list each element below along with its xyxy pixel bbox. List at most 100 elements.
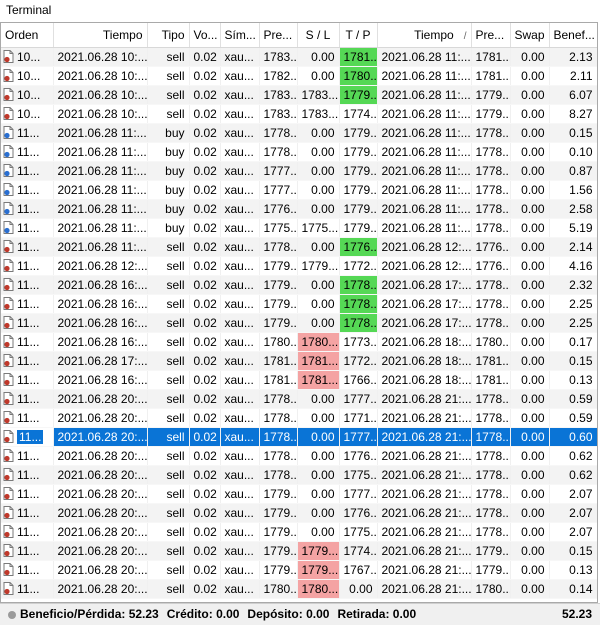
table-row[interactable]: 11... 2021.06.28 20:... sell 0.02 xau... 1779… xyxy=(1,522,597,542)
sell-order-icon xyxy=(3,525,14,538)
swap-cell: 0.00 xyxy=(510,66,550,86)
open-time-cell: 2021.06.28 20:... xyxy=(53,389,148,409)
open-time-cell: 2021.06.28 20:... xyxy=(53,408,148,428)
close-price-cell: 1776... xyxy=(471,237,511,257)
col-header-take-profit[interactable]: T / P xyxy=(339,23,378,48)
col-header-close-price[interactable]: Pre... xyxy=(471,23,511,48)
col-header-open-price[interactable]: Pre... xyxy=(259,23,298,48)
take-profit-cell: 1766... xyxy=(339,370,378,390)
table-row[interactable]: 11... 2021.06.28 16:... sell 0.02 xau... 1780… xyxy=(1,332,597,352)
table-row[interactable]: 11... 2021.06.28 17:... sell 0.02 xau... 1781… xyxy=(1,351,597,371)
table-row[interactable]: 11... 2021.06.28 20:... sell 0.02 xau... 1778… xyxy=(1,446,597,466)
type-cell: sell xyxy=(147,484,190,504)
table-row[interactable]: 10... 2021.06.28 10:... sell 0.02 xau... 1782… xyxy=(1,66,597,86)
table-row[interactable]: 11... 2021.06.28 11:... buy 0.02 xau... 1778.… xyxy=(1,123,597,143)
table-row[interactable]: 11... 2021.06.28 20:... sell 0.02 xau... 1778… xyxy=(1,427,597,447)
table-row[interactable]: 10... 2021.06.28 10:... sell 0.02 xau... 1783… xyxy=(1,104,597,124)
table-row[interactable]: 11... 2021.06.28 11:... buy 0.02 xau... 1776.… xyxy=(1,199,597,219)
open-price-cell: 1783... xyxy=(259,85,298,105)
table-row[interactable]: 11... 2021.06.28 20:... sell 0.02 xau... 1779… xyxy=(1,484,597,504)
close-time-cell: 2021.06.28 11:... xyxy=(377,218,472,238)
symbol-cell: xau... xyxy=(220,351,260,371)
close-time-cell: 2021.06.28 21:... xyxy=(377,465,472,485)
buy-order-icon xyxy=(3,126,14,139)
table-row[interactable]: 10... 2021.06.28 10:... sell 0.02 xau... 1783… xyxy=(1,85,597,105)
close-time-cell: 2021.06.28 21:... xyxy=(377,503,472,523)
open-price-cell: 1779... xyxy=(259,560,298,580)
close-time-cell: 2021.06.28 21:... xyxy=(377,427,472,447)
profit-cell: 2.25 xyxy=(549,313,597,333)
col-header-close-time[interactable]: Tiempo / xyxy=(377,23,472,48)
symbol-cell: xau... xyxy=(220,256,260,276)
table-row[interactable]: 11... 2021.06.28 20:... sell 0.02 xau... 1779… xyxy=(1,560,597,580)
close-price-cell: 1778... xyxy=(471,427,511,447)
stop-loss-cell: 0.00 xyxy=(297,446,340,466)
order-cell: 11... xyxy=(1,275,54,295)
col-header-type[interactable]: Tipo xyxy=(147,23,190,48)
col-header-stop-loss[interactable]: S / L xyxy=(297,23,340,48)
symbol-cell: xau... xyxy=(220,560,260,580)
table-row[interactable]: 11... 2021.06.28 16:... sell 0.02 xau... 1781… xyxy=(1,370,597,390)
table-row[interactable]: 11... 2021.06.28 20:... sell 0.02 xau... 1778… xyxy=(1,389,597,409)
order-cell: 10... xyxy=(1,85,54,105)
col-header-symbol[interactable]: Sím... xyxy=(220,23,260,48)
symbol-cell: xau... xyxy=(220,332,260,352)
close-time-cell: 2021.06.28 21:... xyxy=(377,484,472,504)
open-price-cell: 1778... xyxy=(259,123,298,143)
volume-cell: 0.02 xyxy=(189,332,221,352)
open-price-cell: 1782... xyxy=(259,66,298,86)
take-profit-cell: 1775... xyxy=(339,522,378,542)
stop-loss-cell: 1781... xyxy=(297,370,340,390)
table-row[interactable]: 11... 2021.06.28 20:... sell 0.02 xau... 1778… xyxy=(1,408,597,428)
order-number: 10... xyxy=(17,107,41,121)
order-number: 10... xyxy=(17,50,41,64)
order-number: 11... xyxy=(17,221,40,235)
table-row[interactable]: 11... 2021.06.28 20:... sell 0.02 xau... 1780… xyxy=(1,579,597,599)
col-header-volume[interactable]: Vo... xyxy=(189,23,221,48)
swap-cell: 0.00 xyxy=(510,332,550,352)
col-header-swap[interactable]: Swap xyxy=(510,23,550,48)
col-header-order[interactable]: Orden xyxy=(1,23,54,48)
close-price-cell: 1779... xyxy=(471,85,511,105)
volume-cell: 0.02 xyxy=(189,408,221,428)
stop-loss-cell: 0.00 xyxy=(297,294,340,314)
symbol-cell: xau... xyxy=(220,104,260,124)
table-row[interactable]: 11... 2021.06.28 16:... sell 0.02 xau... 1779… xyxy=(1,313,597,333)
order-number: 11... xyxy=(17,297,40,311)
profit-cell: 8.27 xyxy=(549,104,597,124)
swap-cell: 0.00 xyxy=(510,465,550,485)
col-header-open-time[interactable]: Tiempo xyxy=(53,23,148,48)
volume-cell: 0.02 xyxy=(189,427,221,447)
volume-cell: 0.02 xyxy=(189,123,221,143)
symbol-cell: xau... xyxy=(220,579,260,599)
table-row[interactable]: 11... 2021.06.28 12:... sell 0.02 xau... 1779… xyxy=(1,256,597,276)
sell-order-icon xyxy=(3,278,14,291)
table-row[interactable]: 11... 2021.06.28 16:... sell 0.02 xau... 1779… xyxy=(1,294,597,314)
order-cell: 11... xyxy=(1,484,54,504)
table-row[interactable]: 11... 2021.06.28 11:... sell 0.02 xau... 1778… xyxy=(1,237,597,257)
close-price-cell: 1778... xyxy=(471,446,511,466)
sell-order-icon xyxy=(3,411,14,424)
table-row[interactable]: 11... 2021.06.28 11:... buy 0.02 xau... 1777.… xyxy=(1,161,597,181)
open-time-cell: 2021.06.28 20:... xyxy=(53,503,148,523)
symbol-cell: xau... xyxy=(220,218,260,238)
table-row[interactable]: 11... 2021.06.28 20:... sell 0.02 xau... 1778… xyxy=(1,465,597,485)
open-time-cell: 2021.06.28 10:... xyxy=(53,47,148,67)
table-row[interactable]: 11... 2021.06.28 20:... sell 0.02 xau... 1779… xyxy=(1,541,597,561)
sell-order-icon xyxy=(3,240,14,253)
col-header-profit[interactable]: Benef... xyxy=(549,23,597,48)
sell-order-icon xyxy=(3,88,14,101)
close-time-cell: 2021.06.28 11:... xyxy=(377,66,472,86)
table-row[interactable]: 11... 2021.06.28 20:... sell 0.02 xau... 1779… xyxy=(1,503,597,523)
close-time-cell: 2021.06.28 21:... xyxy=(377,560,472,580)
close-price-cell: 1778... xyxy=(471,408,511,428)
table-row[interactable]: 11... 2021.06.28 11:... buy 0.02 xau... 1778.… xyxy=(1,142,597,162)
table-row[interactable]: 10... 2021.06.28 10:... sell 0.02 xau... 1783… xyxy=(1,47,597,67)
table-row[interactable]: 11... 2021.06.28 11:... buy 0.02 xau... 1777.… xyxy=(1,180,597,200)
order-cell: 11... xyxy=(1,446,54,466)
symbol-cell: xau... xyxy=(220,313,260,333)
open-price-cell: 1779... xyxy=(259,275,298,295)
table-row[interactable]: 11... 2021.06.28 11:... buy 0.02 xau... 1775.… xyxy=(1,218,597,238)
table-row[interactable]: 11... 2021.06.28 16:... sell 0.02 xau... 1779… xyxy=(1,275,597,295)
open-price-cell: 1777... xyxy=(259,161,298,181)
